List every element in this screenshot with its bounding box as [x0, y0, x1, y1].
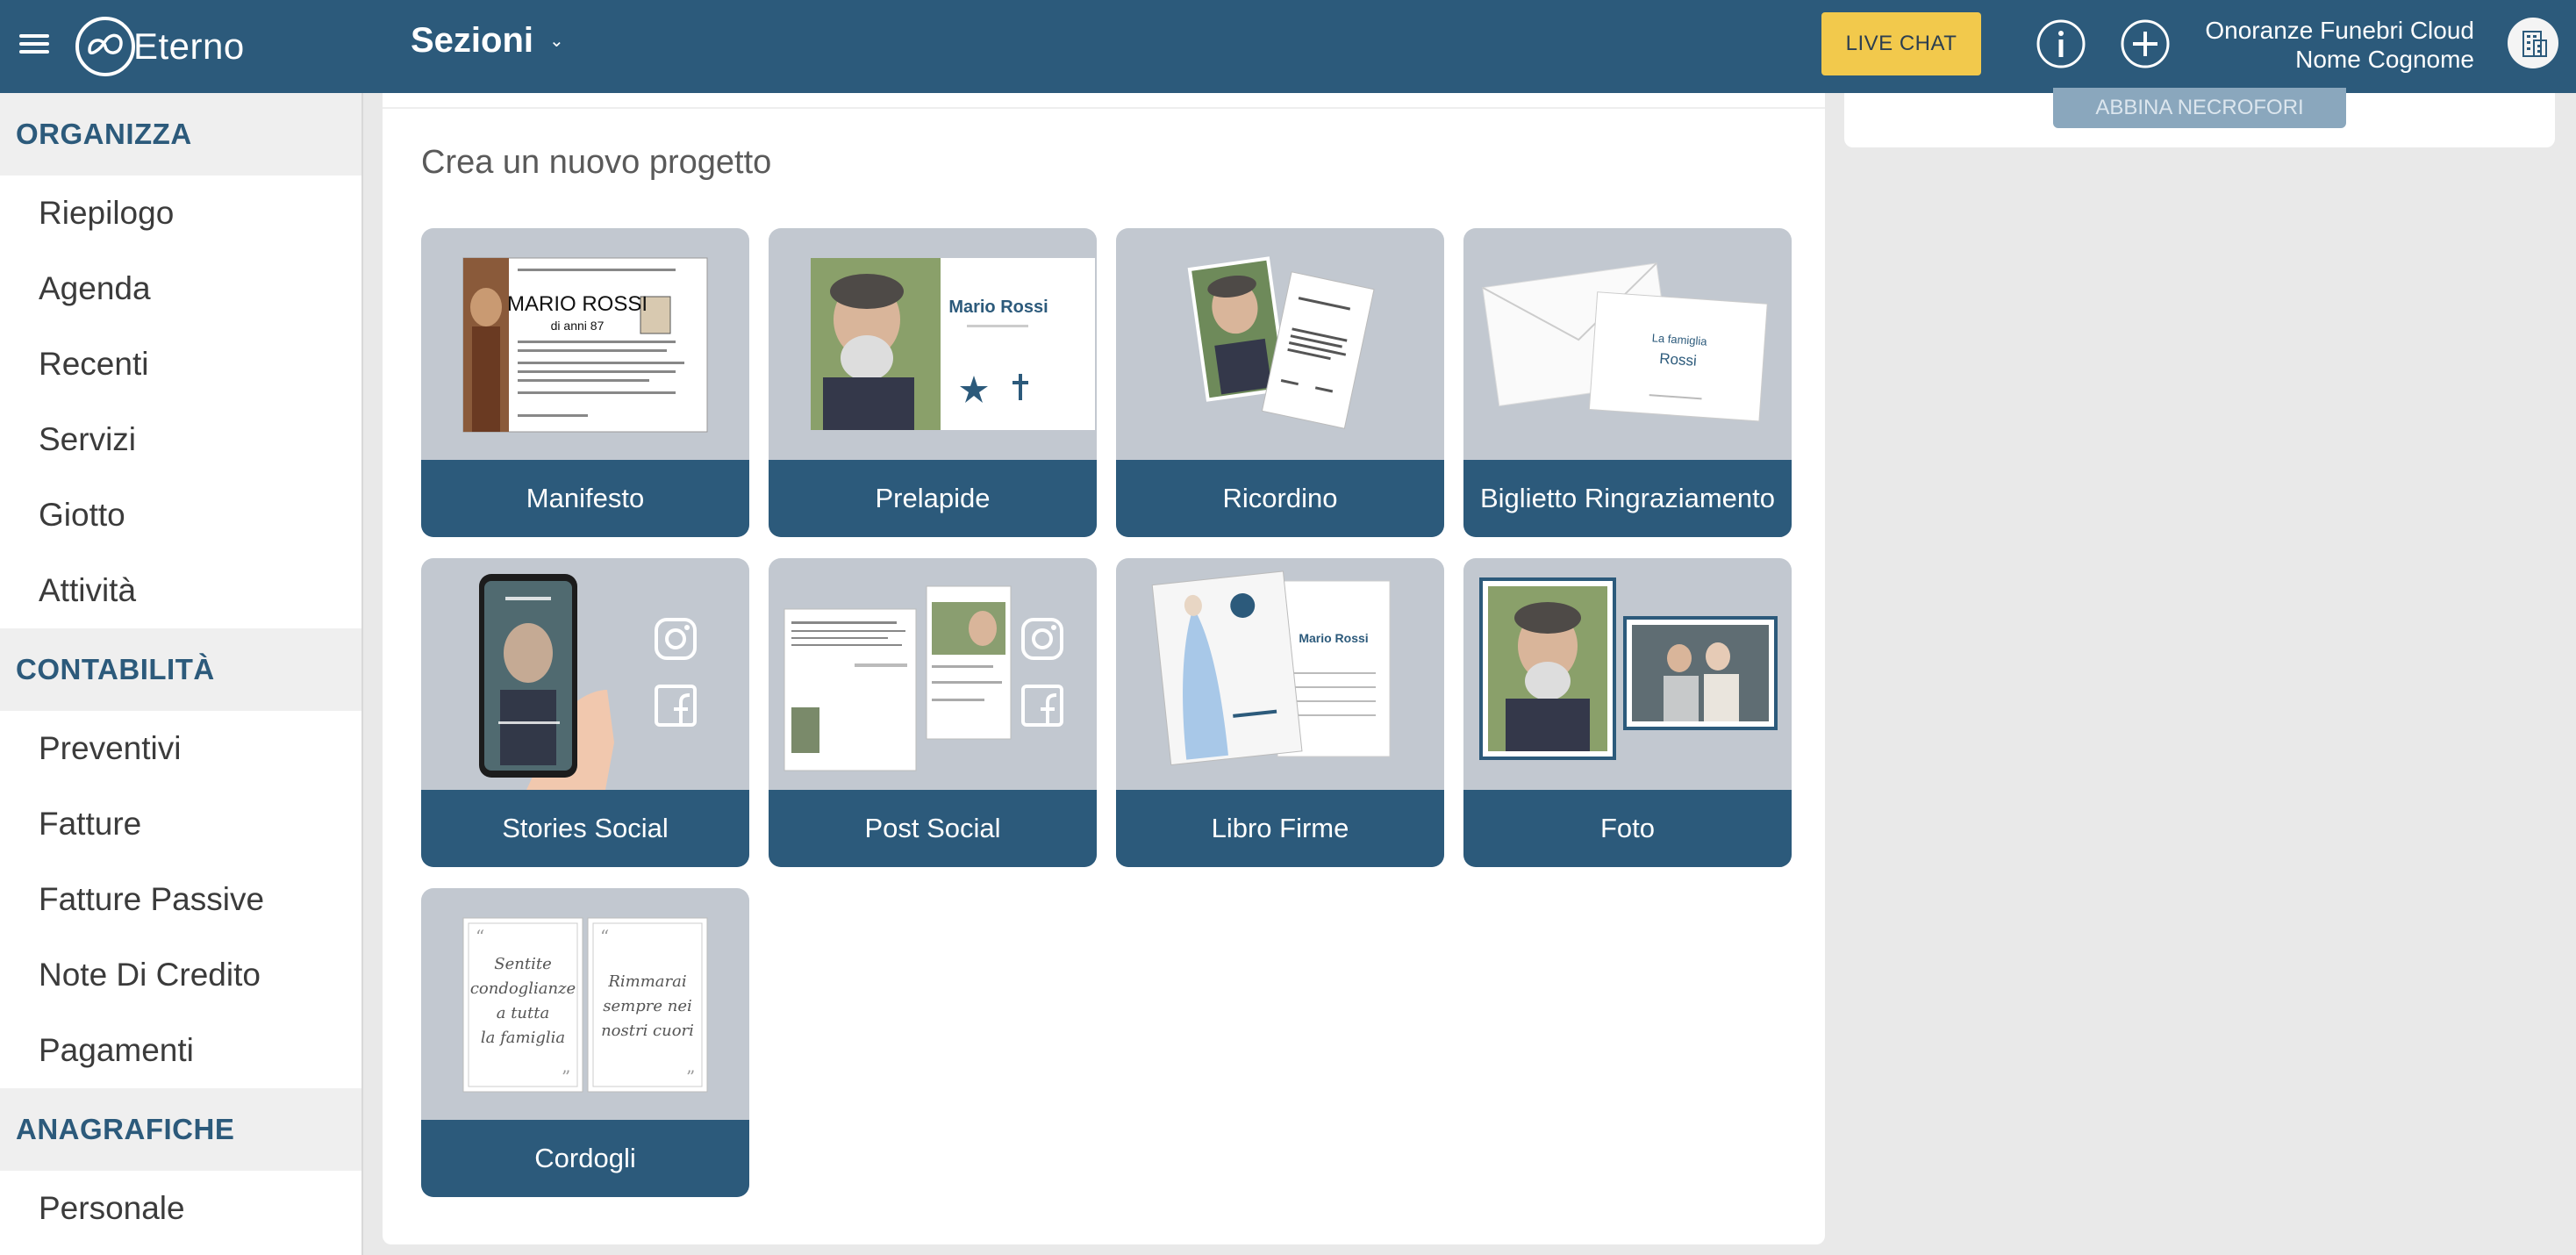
tile-stories-social[interactable]: Stories Social: [421, 558, 749, 867]
page-title: Crea un nuovo progetto: [421, 144, 772, 181]
divider: [383, 107, 1825, 109]
cordogli-left-line-3: a tutta: [497, 1004, 549, 1022]
cordogli-right-line-2: sempre nei: [603, 997, 691, 1015]
svg-text:“: “: [600, 926, 609, 947]
tile-label: Biglietto Ringraziamento: [1463, 460, 1792, 537]
account-info[interactable]: Onoranze Funebri Cloud Nome Cognome: [2205, 16, 2474, 74]
sidebar-item-servizi[interactable]: Servizi: [0, 402, 361, 477]
sidebar-item-recenti[interactable]: Recenti: [0, 326, 361, 402]
svg-text:“: “: [476, 926, 484, 947]
new-project-card: Crea un nuovo progetto MARIO ROSSI di an…: [383, 93, 1825, 1244]
sidebar: ORGANIZZA Riepilogo Agenda Recenti Servi…: [0, 93, 363, 1255]
post-social-thumbnail: [784, 585, 1063, 771]
sections-dropdown[interactable]: Sezioni ⌄: [411, 21, 564, 61]
sidebar-item-note-di-credito[interactable]: Note Di Credito: [0, 937, 361, 1013]
brand-name: Eterno: [133, 25, 245, 67]
svg-text:”: ”: [686, 1066, 695, 1087]
sidebar-item-personale[interactable]: Personale: [0, 1171, 361, 1246]
libro-thumb-name: Mario Rossi: [1299, 631, 1368, 645]
sidebar-item-agenda[interactable]: Agenda: [0, 251, 361, 326]
manifesto-thumbnail: MARIO ROSSI di anni 87: [462, 257, 708, 433]
sidebar-item-preventivi[interactable]: Preventivi: [0, 711, 361, 786]
eterno-logo-icon: [75, 17, 135, 76]
sidebar-item-riepilogo[interactable]: Riepilogo: [0, 176, 361, 251]
tile-label: Cordogli: [421, 1120, 749, 1197]
add-circle-icon[interactable]: [2120, 18, 2171, 69]
ricordino-thumbnail: [1187, 256, 1375, 429]
cordogli-left-line-1: Sentite: [494, 955, 551, 973]
sidebar-item-pagamenti[interactable]: Pagamenti: [0, 1013, 361, 1088]
tile-label: Libro Firme: [1116, 790, 1444, 867]
prelapide-thumbnail: Mario Rossi: [811, 258, 1095, 430]
sidebar-item-attivita[interactable]: Attività: [0, 553, 361, 628]
cordogli-left-line-2: condoglianze: [470, 979, 576, 998]
account-company: Onoranze Funebri Cloud: [2205, 17, 2474, 44]
tile-foto[interactable]: Foto: [1463, 558, 1792, 867]
sidebar-section-anagrafiche: ANAGRAFICHE: [0, 1088, 361, 1171]
manifesto-thumb-age: di anni 87: [551, 319, 605, 333]
tile-post-social[interactable]: Post Social: [769, 558, 1097, 867]
sidebar-item-fatture-passive[interactable]: Fatture Passive: [0, 862, 361, 937]
cordogli-thumbnail: “ “ ” ” Sentite condoglianze a tutta la …: [462, 917, 708, 1093]
live-chat-button[interactable]: LIVE CHAT: [1821, 12, 1981, 75]
sidebar-section-organizza: ORGANIZZA: [0, 93, 361, 176]
building-icon: [2522, 31, 2547, 57]
cordogli-left-line-4: la famiglia: [481, 1029, 565, 1047]
svg-text:”: ”: [562, 1066, 570, 1087]
tile-label: Post Social: [769, 790, 1097, 867]
sidebar-section-contabilita: CONTABILITÀ: [0, 628, 361, 711]
cordogli-right-line-3: nostri cuori: [601, 1022, 694, 1040]
account-user: Nome Cognome: [2295, 46, 2474, 73]
libro-firme-thumbnail: Mario Rossi: [1151, 570, 1391, 766]
tile-prelapide[interactable]: Mario Rossi Prelapide: [769, 228, 1097, 537]
top-bar: Eterno Sezioni ⌄ LIVE CHAT Onoranze Fune…: [0, 0, 2576, 93]
tile-manifesto[interactable]: MARIO ROSSI di anni 87 Manifesto: [421, 228, 749, 537]
biglietto-thumbnail: La famiglia Rossi: [1482, 262, 1768, 422]
tile-label: Foto: [1463, 790, 1792, 867]
tile-libro-firme[interactable]: Mario Rossi Libro Firme: [1116, 558, 1444, 867]
tile-label: Prelapide: [769, 460, 1097, 537]
tile-ricordino[interactable]: Ricordino: [1116, 228, 1444, 537]
tile-label: Ricordino: [1116, 460, 1444, 537]
tile-cordogli[interactable]: “ “ ” ” Sentite condoglianze a tutta la …: [421, 888, 749, 1197]
stories-social-thumbnail: [479, 574, 697, 790]
avatar[interactable]: [2508, 18, 2558, 68]
foto-thumbnail: [1479, 577, 1778, 760]
tile-biglietto-ringraziamento[interactable]: La famiglia Rossi Biglietto Ringraziamen…: [1463, 228, 1792, 537]
info-icon[interactable]: [2036, 18, 2086, 69]
cordogli-right-line-1: Rimmarai: [607, 972, 686, 991]
prelapide-thumb-name: Mario Rossi: [948, 298, 1048, 317]
right-panel: ABBINA NECROFORI: [1844, 88, 2555, 147]
tile-label: Manifesto: [421, 460, 749, 537]
sidebar-item-fatture[interactable]: Fatture: [0, 786, 361, 862]
brand-logo[interactable]: Eterno: [74, 12, 245, 81]
menu-icon[interactable]: [19, 30, 49, 61]
tile-label: Stories Social: [421, 790, 749, 867]
sections-label: Sezioni: [411, 21, 534, 60]
manifesto-thumb-name: MARIO ROSSI: [507, 292, 648, 316]
chevron-down-icon: ⌄: [549, 32, 564, 51]
abbina-necrofori-button[interactable]: ABBINA NECROFORI: [2053, 88, 2346, 128]
sidebar-item-giotto[interactable]: Giotto: [0, 477, 361, 553]
biglietto-thumb-name: Rossi: [1659, 350, 1698, 369]
